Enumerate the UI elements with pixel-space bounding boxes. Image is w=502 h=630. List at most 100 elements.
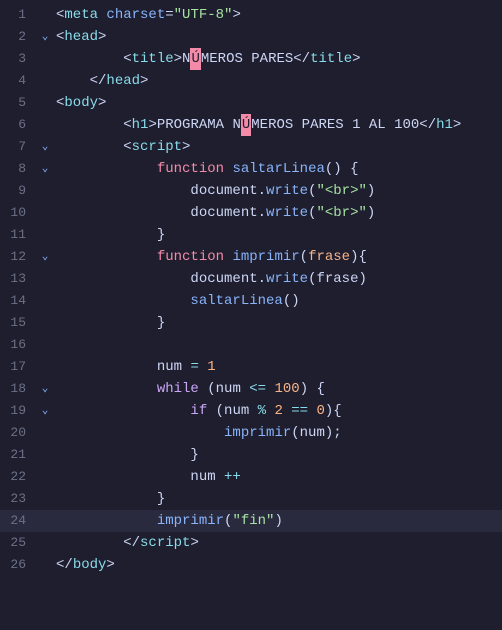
token-tag: meta xyxy=(64,7,98,23)
token-tag: script xyxy=(132,139,182,155)
token-plain: (num xyxy=(207,403,257,419)
highlighted-char: Ú xyxy=(241,114,251,136)
token-method: write xyxy=(266,183,308,199)
code-line: 17 num = 1 xyxy=(0,356,502,378)
line-number: 22 xyxy=(0,466,38,488)
token-plain: num xyxy=(157,359,191,375)
token-punct: ){ xyxy=(350,249,367,265)
token-punct: } xyxy=(157,491,165,507)
token-tag: head xyxy=(106,73,140,89)
collapse-arrow[interactable]: ⌄ xyxy=(38,400,52,422)
collapse-arrow[interactable]: ⌄ xyxy=(38,26,52,48)
token-tag: script xyxy=(140,535,190,551)
token-fn-name: imprimir xyxy=(157,513,224,529)
token-operator: ++ xyxy=(224,469,241,485)
token-punct: ) xyxy=(367,183,375,199)
code-line: 10 document.write("<br>") xyxy=(0,202,502,224)
token-tag: body xyxy=(73,557,107,573)
token-punct: () xyxy=(283,293,300,309)
line-content: imprimir("fin") xyxy=(54,510,502,532)
token-string: "<br>" xyxy=(316,183,366,199)
token-operator: <= xyxy=(249,381,266,397)
line-content: <h1>PROGRAMA NÚMEROS PARES 1 AL 100</h1> xyxy=(54,114,502,136)
code-line: 19⌄ if (num % 2 == 0){ xyxy=(0,400,502,422)
line-content: document.write("<br>") xyxy=(54,202,502,224)
token-punct: } xyxy=(157,315,165,331)
token-tag-bracket: > xyxy=(98,29,106,45)
token-number-val: 100 xyxy=(274,381,299,397)
token-punct: ( xyxy=(300,249,308,265)
line-number: 18 xyxy=(0,378,38,400)
line-content: <script> xyxy=(54,136,502,158)
code-line: 26 </body> xyxy=(0,554,502,576)
token-tag: head xyxy=(64,29,98,45)
code-line: 20 imprimir(num); xyxy=(0,422,502,444)
line-content: function imprimir(frase){ xyxy=(54,246,502,268)
token-tag: h1 xyxy=(436,117,453,133)
line-content: imprimir(num); xyxy=(54,422,502,444)
code-line: 13 document.write(frase) xyxy=(0,268,502,290)
collapse-arrow[interactable]: ⌄ xyxy=(38,246,52,268)
token-tag-bracket: > xyxy=(98,95,106,111)
token-plain: PROGRAMA N xyxy=(157,117,241,133)
line-content: while (num <= 100) { xyxy=(54,378,502,400)
token-plain: num xyxy=(190,469,224,485)
token-method: write xyxy=(266,205,308,221)
line-number: 24 xyxy=(0,510,38,532)
token-tag-bracket: < xyxy=(123,51,131,67)
token-tag: title xyxy=(310,51,352,67)
line-number: 13 xyxy=(0,268,38,290)
token-punct: (frase) xyxy=(308,271,367,287)
highlighted-char: Ú xyxy=(190,48,200,70)
line-content: </head> xyxy=(54,70,502,92)
line-number: 25 xyxy=(0,532,38,554)
token-operator: % xyxy=(258,403,266,419)
token-tag-bracket: > xyxy=(148,117,156,133)
token-plain: N xyxy=(182,51,190,67)
token-keyword: function xyxy=(157,161,224,177)
line-content: document.write("<br>") xyxy=(54,180,502,202)
code-line: 16 xyxy=(0,334,502,356)
line-content: num = 1 xyxy=(54,356,502,378)
line-content: if (num % 2 == 0){ xyxy=(54,400,502,422)
token-tag-bracket: > xyxy=(190,535,198,551)
code-line: 21 } xyxy=(0,444,502,466)
token-method: write xyxy=(266,271,308,287)
code-line: 11 } xyxy=(0,224,502,246)
line-content: <meta charset="UTF-8"> xyxy=(54,4,502,26)
token-operator: == xyxy=(291,403,308,419)
token-plain: MEROS PARES xyxy=(201,51,293,67)
token-number-val: 1 xyxy=(207,359,215,375)
line-content: } xyxy=(54,488,502,510)
token-fn-name: imprimir xyxy=(232,249,299,265)
line-number: 1 xyxy=(0,4,38,26)
code-line: 2⌄<head> xyxy=(0,26,502,48)
token-punct: ) { xyxy=(300,381,325,397)
collapse-arrow[interactable]: ⌄ xyxy=(38,158,52,180)
token-tag: body xyxy=(64,95,98,111)
code-line: 4 </head> xyxy=(0,70,502,92)
token-tag-bracket: </ xyxy=(90,73,107,89)
token-tag-bracket: > xyxy=(453,117,461,133)
line-number: 6 xyxy=(0,114,38,136)
token-plain: MEROS PARES 1 AL 100 xyxy=(251,117,419,133)
token-fn-name: saltarLinea xyxy=(232,161,324,177)
token-plain: document. xyxy=(190,183,266,199)
token-keyword2: while xyxy=(157,381,199,397)
token-tag-bracket: > xyxy=(106,557,114,573)
line-number: 19 xyxy=(0,400,38,422)
line-number: 23 xyxy=(0,488,38,510)
line-content: <body> xyxy=(54,92,502,114)
token-param: frase xyxy=(308,249,350,265)
line-content: <title>NÚMEROS PARES</title> xyxy=(54,48,502,70)
token-tag-bracket: </ xyxy=(419,117,436,133)
line-number: 10 xyxy=(0,202,38,224)
line-number: 2 xyxy=(0,26,38,48)
line-number: 11 xyxy=(0,224,38,246)
token-fn-name: saltarLinea xyxy=(190,293,282,309)
collapse-arrow[interactable]: ⌄ xyxy=(38,136,52,158)
token-tag: h1 xyxy=(132,117,149,133)
token-punct: } xyxy=(157,227,165,243)
collapse-arrow[interactable]: ⌄ xyxy=(38,378,52,400)
line-content: } xyxy=(54,312,502,334)
